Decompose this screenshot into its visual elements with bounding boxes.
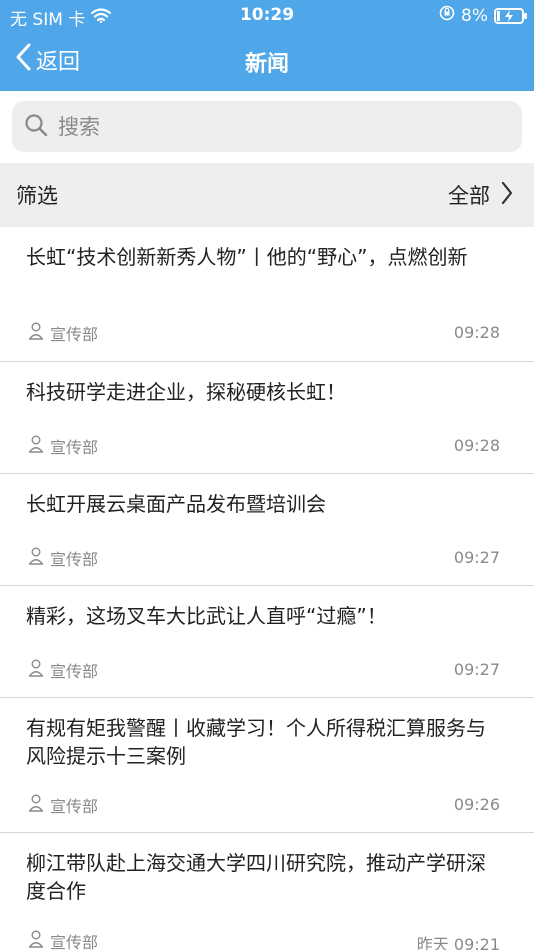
user-icon: [28, 547, 44, 569]
news-title: 柳江带队赴上海交通大学四川研究院，推动产学研深度合作: [26, 851, 486, 903]
news-item[interactable]: 长虹开展云桌面产品发布暨培训会 宣传部 09:27: [0, 474, 534, 586]
news-time: 09:27: [453, 548, 500, 567]
battery-icon: [494, 7, 527, 24]
user-icon: [28, 322, 44, 344]
news-time: 昨天 09:21: [416, 935, 500, 950]
news-title: 长虹“技术创新新秀人物”丨他的“野心”，点燃创新: [26, 245, 468, 269]
news-time: 09:27: [453, 660, 500, 679]
news-title: 科技研学走进企业，探秘硬核长虹！: [26, 380, 346, 404]
user-icon: [28, 659, 44, 681]
news-dept: 宣传部: [50, 438, 99, 457]
news-author: 宣传部: [28, 321, 98, 345]
news-item[interactable]: 有规有矩我警醒丨收藏学习！个人所得税汇算服务与风险提示十三案例 宣传部 09:2…: [0, 698, 534, 833]
orientation-lock-icon: [439, 5, 455, 26]
news-author: 宣传部: [28, 434, 98, 458]
news-author: 宣传部: [28, 658, 98, 682]
news-dept: 宣传部: [50, 933, 99, 950]
news-dept: 宣传部: [50, 797, 99, 816]
chevron-right-icon: [500, 180, 514, 211]
search-box[interactable]: [12, 101, 522, 152]
search-icon: [24, 113, 48, 141]
filter-label: 筛选: [16, 184, 58, 208]
news-item[interactable]: 精彩，这场叉车大比武让人直呼“过瘾”！ 宣传部 09:27: [0, 586, 534, 698]
news-item[interactable]: 长虹“技术创新新秀人物”丨他的“野心”，点燃创新 宣传部 09:28: [0, 227, 534, 362]
news-list: 长虹“技术创新新秀人物”丨他的“野心”，点燃创新 宣传部 09:28 科技研学走…: [0, 227, 534, 950]
nav-row: 返回 新闻: [0, 32, 534, 90]
filter-selector[interactable]: 全部: [448, 180, 514, 211]
news-item[interactable]: 柳江带队赴上海交通大学四川研究院，推动产学研深度合作 宣传部 昨天 09:21: [0, 833, 534, 950]
status-bar: 无 SIM 卡 10:29 8%: [0, 0, 534, 30]
news-title: 精彩，这场叉车大比武让人直呼“过瘾”！: [26, 604, 387, 628]
filter-bar[interactable]: 筛选 全部: [0, 163, 534, 227]
page-title: 新闻: [244, 52, 289, 77]
search-area: [0, 91, 534, 163]
news-title: 长虹开展云桌面产品发布暨培训会: [26, 492, 326, 516]
top-bar: 无 SIM 卡 10:29 8% 返回 新闻: [0, 0, 534, 91]
news-dept: 宣传部: [50, 550, 99, 569]
battery-percent: 8%: [461, 5, 488, 26]
user-icon: [28, 435, 44, 457]
user-icon: [28, 794, 44, 816]
news-item[interactable]: 科技研学走进企业，探秘硬核长虹！ 宣传部 09:28: [0, 362, 534, 474]
news-author: 宣传部: [28, 793, 98, 817]
status-right: 8%: [439, 5, 527, 26]
filter-value: 全部: [448, 184, 490, 208]
news-title: 有规有矩我警醒丨收藏学习！个人所得税汇算服务与风险提示十三案例: [26, 716, 486, 768]
news-dept: 宣传部: [50, 662, 99, 681]
news-author: 宣传部: [28, 929, 98, 950]
news-time: 09:28: [453, 323, 500, 342]
news-dept: 宣传部: [50, 325, 99, 344]
search-input[interactable]: [58, 114, 498, 139]
news-author: 宣传部: [28, 546, 98, 570]
news-time: 09:26: [453, 795, 500, 814]
user-icon: [28, 930, 44, 950]
news-time: 09:28: [453, 436, 500, 455]
